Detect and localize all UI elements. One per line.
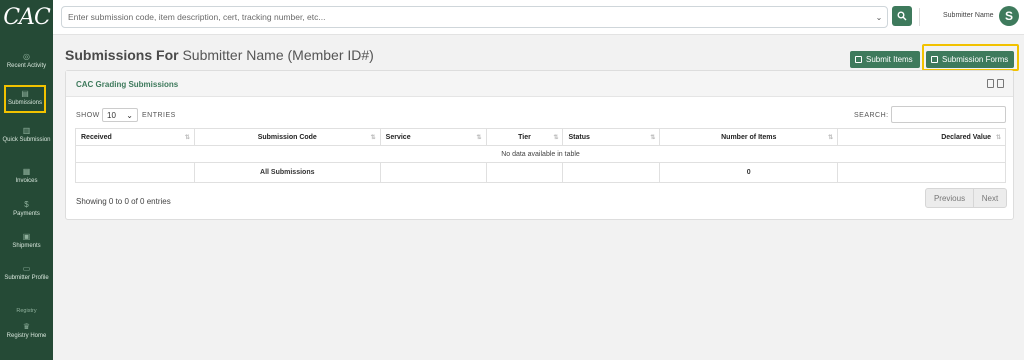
document-icon bbox=[931, 56, 938, 63]
search-input[interactable] bbox=[62, 7, 871, 27]
pdf-export-icon[interactable] bbox=[987, 79, 994, 88]
box-icon: ▣ bbox=[22, 232, 31, 241]
dollar-icon: $ bbox=[24, 200, 29, 209]
entries-label: ENTRIES bbox=[142, 112, 176, 119]
id-card-icon: ▭ bbox=[22, 264, 31, 273]
sort-icon: ⇅ bbox=[828, 135, 834, 141]
page-title-prefix: Submissions For bbox=[65, 47, 179, 63]
entries-select[interactable]: 10 ⌄ bbox=[102, 108, 138, 122]
sidebar-item-shipments[interactable]: ▣ Shipments bbox=[0, 232, 53, 251]
show-label: SHOW bbox=[76, 112, 100, 119]
entries-value: 10 bbox=[107, 110, 116, 120]
sort-icon: ⇅ bbox=[476, 135, 482, 141]
submit-items-label: Submit Items bbox=[866, 55, 913, 64]
footer-count: 0 bbox=[659, 162, 839, 183]
empty-message: No data available in table bbox=[75, 145, 1006, 163]
document-icon: ▤ bbox=[21, 89, 29, 98]
sidebar-item-label: Registry Home bbox=[6, 333, 47, 339]
page-title: Submissions For Submitter Name (Member I… bbox=[65, 47, 374, 63]
previous-button[interactable]: Previous bbox=[926, 189, 974, 207]
table-row: No data available in table bbox=[75, 145, 1006, 163]
sidebar-item-label: Recent Activity bbox=[6, 63, 47, 69]
card-title: CAC Grading Submissions bbox=[76, 80, 179, 89]
sidebar-item-label: Submissions bbox=[7, 100, 42, 106]
submit-items-button[interactable]: Submit Items bbox=[850, 51, 920, 68]
clock-icon: ◎ bbox=[23, 52, 30, 61]
sidebar-item-label: Invoices bbox=[15, 178, 38, 184]
column-header-service[interactable]: Service ⇅ bbox=[379, 128, 487, 146]
footer-cell bbox=[562, 162, 661, 183]
sidebar-item-registry-home[interactable]: ♛ Registry Home bbox=[0, 322, 53, 341]
search-button[interactable] bbox=[892, 6, 912, 26]
footer-cell bbox=[379, 162, 487, 183]
sort-icon: ⇅ bbox=[650, 135, 656, 141]
trophy-icon: ♛ bbox=[22, 322, 31, 331]
page-title-name: Submitter Name (Member ID#) bbox=[182, 47, 374, 63]
sidebar: CAC ◎ Recent Activity ▤ Submissions ▥ Qu… bbox=[0, 0, 53, 360]
submission-forms-button[interactable]: Submission Forms bbox=[926, 51, 1014, 68]
chevron-down-icon[interactable]: ⌄ bbox=[871, 13, 887, 22]
user-name[interactable]: Submitter Name bbox=[943, 12, 994, 19]
sidebar-item-label: Shipments bbox=[12, 243, 41, 249]
pagination: Previous Next bbox=[925, 188, 1007, 208]
next-button[interactable]: Next bbox=[974, 189, 1006, 207]
table-search-input[interactable] bbox=[891, 106, 1006, 123]
sidebar-item-invoices[interactable]: ▦ Invoices bbox=[0, 167, 53, 186]
footer-cell bbox=[75, 162, 195, 183]
card-header: CAC Grading Submissions bbox=[66, 71, 1013, 97]
document-icon bbox=[855, 56, 862, 63]
sidebar-item-label: Submitter Profile bbox=[4, 275, 49, 281]
sidebar-item-payments[interactable]: $ Payments bbox=[0, 200, 53, 219]
column-header-received[interactable]: Received ⇅ bbox=[75, 128, 195, 146]
export-icons bbox=[987, 79, 1004, 88]
footer-label: All Submissions bbox=[193, 162, 381, 183]
table-info: Showing 0 to 0 of 0 entries bbox=[76, 197, 171, 206]
search-icon bbox=[897, 11, 907, 21]
column-header-declared-value[interactable]: Declared Value ⇅ bbox=[837, 128, 1006, 146]
column-header-number-of-items[interactable]: Number of Items ⇅ bbox=[659, 128, 839, 146]
search-box: ⌄ bbox=[61, 6, 888, 28]
table-footer-row: All Submissions 0 bbox=[75, 162, 1006, 183]
logo[interactable]: CAC bbox=[0, 0, 53, 34]
footer-cell bbox=[485, 162, 564, 183]
column-header-submission-code[interactable]: Submission Code ⇅ bbox=[193, 128, 381, 146]
table-search-label: SEARCH: bbox=[854, 112, 889, 119]
submission-forms-label: Submission Forms bbox=[942, 55, 1009, 64]
footer-cell bbox=[837, 162, 1006, 183]
sidebar-item-submissions[interactable]: ▤ Submissions bbox=[4, 85, 46, 113]
sidebar-item-quick-submission[interactable]: ▥ Quick Submission bbox=[0, 126, 53, 145]
submissions-table: Received ⇅ Submission Code ⇅ Service ⇅ Tier… bbox=[75, 128, 1006, 183]
column-header-status[interactable]: Status ⇅ bbox=[562, 128, 661, 146]
sidebar-item-label: Payments bbox=[13, 211, 40, 217]
sort-icon: ⇅ bbox=[370, 135, 376, 141]
sidebar-item-recent-activity[interactable]: ◎ Recent Activity bbox=[0, 52, 53, 71]
invoice-icon: ▦ bbox=[22, 167, 31, 176]
table-header-row: Received ⇅ Submission Code ⇅ Service ⇅ Tier… bbox=[75, 128, 1006, 146]
sort-icon: ⇅ bbox=[553, 135, 559, 141]
sidebar-item-label: Quick Submission bbox=[2, 137, 51, 143]
chevron-down-icon: ⌄ bbox=[126, 110, 133, 120]
excel-export-icon[interactable] bbox=[997, 79, 1004, 88]
sort-icon: ⇅ bbox=[184, 135, 190, 141]
column-header-tier[interactable]: Tier ⇅ bbox=[485, 128, 564, 146]
divider bbox=[919, 8, 920, 26]
sort-icon: ⇅ bbox=[995, 135, 1001, 141]
avatar[interactable]: S bbox=[999, 6, 1019, 26]
submissions-card: CAC Grading Submissions SHOW 10 ⌄ ENTRIE… bbox=[65, 70, 1014, 220]
sidebar-item-submitter-profile[interactable]: ▭ Submitter Profile bbox=[0, 264, 53, 283]
sidebar-section-registry: Registry bbox=[16, 308, 37, 314]
top-bar: ⌄ Submitter Name S bbox=[53, 0, 1024, 35]
documents-icon: ▥ bbox=[22, 126, 31, 135]
